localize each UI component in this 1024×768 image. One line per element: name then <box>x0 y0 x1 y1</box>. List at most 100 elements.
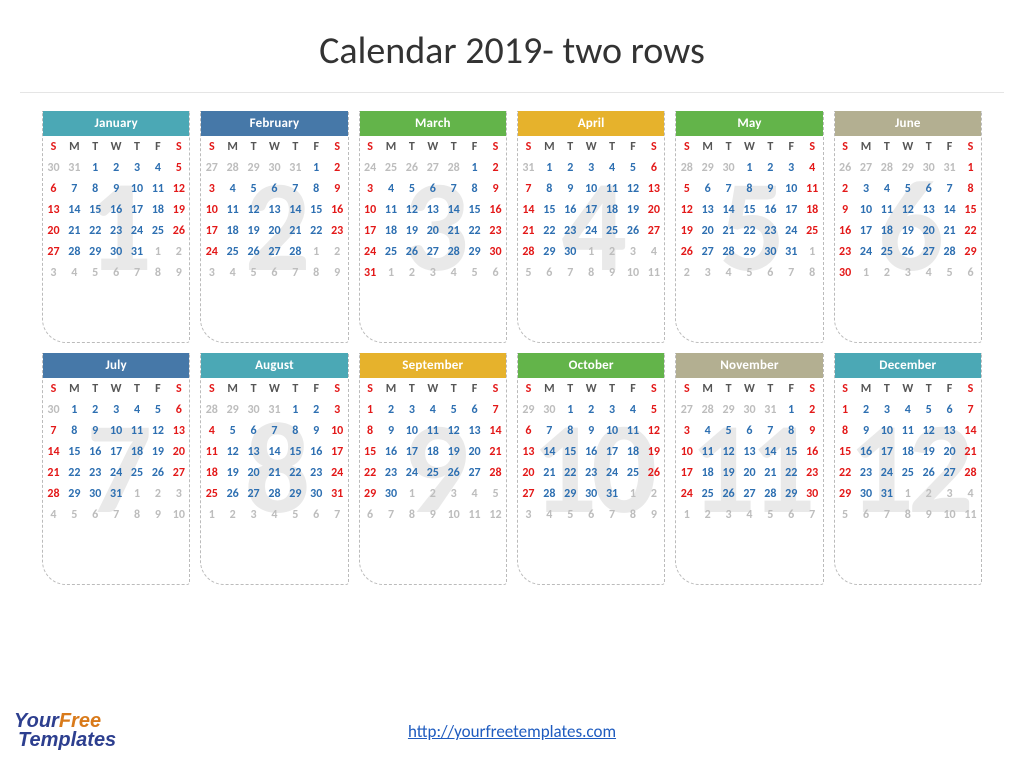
day-cell: 5 <box>643 399 664 420</box>
dow-header: W <box>581 378 602 399</box>
day-cell: 17 <box>201 220 222 241</box>
dow-header: S <box>835 378 856 399</box>
day-cell: 24 <box>360 157 381 178</box>
day-cell: 1 <box>539 157 560 178</box>
day-cell: 23 <box>381 462 402 483</box>
day-cell: 19 <box>897 220 918 241</box>
dow-header: T <box>443 378 464 399</box>
day-cell: 12 <box>718 441 739 462</box>
day-cell: 26 <box>168 220 189 241</box>
day-cell: 25 <box>876 241 897 262</box>
day-cell: 31 <box>327 483 348 504</box>
logo-templates: Templates <box>18 731 116 750</box>
day-cell: 24 <box>327 462 348 483</box>
day-cell: 12 <box>918 420 939 441</box>
day-cell: 5 <box>918 399 939 420</box>
day-cell: 22 <box>781 462 802 483</box>
day-cell: 26 <box>147 462 168 483</box>
logo: YourFree Templates <box>14 712 116 750</box>
day-cell: 11 <box>623 420 644 441</box>
day-cell: 12 <box>243 199 264 220</box>
day-cell: 3 <box>201 178 222 199</box>
day-cell: 12 <box>443 420 464 441</box>
day-cell: 5 <box>897 178 918 199</box>
dow-header: T <box>560 378 581 399</box>
day-cell: 13 <box>168 420 189 441</box>
day-cell: 27 <box>856 157 877 178</box>
day-cell: 1 <box>676 504 697 525</box>
day-cell: 26 <box>718 483 739 504</box>
day-cell: 6 <box>360 504 381 525</box>
day-cell: 2 <box>835 178 856 199</box>
dow-header: F <box>464 136 485 157</box>
day-cell: 2 <box>327 241 348 262</box>
day-cell: 7 <box>43 420 64 441</box>
day-cell: 8 <box>85 178 106 199</box>
dow-header: W <box>897 378 918 399</box>
day-cell: 15 <box>306 199 327 220</box>
day-cell: 2 <box>676 262 697 283</box>
day-cell: 8 <box>739 178 760 199</box>
day-cell: 16 <box>85 441 106 462</box>
day-cell: 13 <box>939 420 960 441</box>
day-cell: 10 <box>876 420 897 441</box>
day-cell: 8 <box>64 420 85 441</box>
day-cell: 1 <box>897 483 918 504</box>
day-cell: 25 <box>602 220 623 241</box>
dow-header: S <box>327 378 348 399</box>
day-cell: 11 <box>697 441 718 462</box>
day-cell: 6 <box>168 399 189 420</box>
day-cell: 27 <box>643 220 664 241</box>
month-header: August <box>200 353 348 378</box>
footer-link[interactable]: http://yourfreetemplates.com <box>408 721 616 742</box>
day-cell: 1 <box>739 157 760 178</box>
day-cell: 8 <box>306 178 327 199</box>
day-cell: 2 <box>147 483 168 504</box>
dow-header: M <box>64 136 85 157</box>
day-cell: 9 <box>306 420 327 441</box>
dow-header: F <box>623 136 644 157</box>
day-cell: 26 <box>222 483 243 504</box>
day-cell: 31 <box>264 399 285 420</box>
day-cell: 21 <box>760 462 781 483</box>
month-december: December12SMTWTFS12345678910111213141516… <box>834 353 982 585</box>
month-february: February2SMTWTFS272829303112345678910111… <box>200 111 348 343</box>
day-cell: 31 <box>127 241 148 262</box>
day-cell: 31 <box>602 483 623 504</box>
day-cell: 28 <box>518 241 539 262</box>
dow-header: S <box>201 378 222 399</box>
day-cell: 21 <box>518 220 539 241</box>
day-cell: 9 <box>760 178 781 199</box>
day-cell: 26 <box>835 157 856 178</box>
day-cell: 27 <box>939 462 960 483</box>
day-cell: 12 <box>401 199 422 220</box>
dow-header: W <box>106 136 127 157</box>
day-cell: 9 <box>85 420 106 441</box>
day-cell: 6 <box>760 262 781 283</box>
day-cell: 2 <box>168 241 189 262</box>
day-cell: 14 <box>443 199 464 220</box>
day-cell: 1 <box>581 241 602 262</box>
dow-header: F <box>306 136 327 157</box>
dow-header: W <box>422 136 443 157</box>
day-cell: 16 <box>106 199 127 220</box>
dow-header: S <box>802 136 823 157</box>
dow-header: W <box>739 136 760 157</box>
day-cell: 22 <box>960 220 981 241</box>
day-cell: 5 <box>85 262 106 283</box>
day-cell: 6 <box>43 178 64 199</box>
day-cell: 10 <box>602 420 623 441</box>
day-cell: 30 <box>802 483 823 504</box>
day-cell: 20 <box>697 220 718 241</box>
day-cell: 2 <box>560 157 581 178</box>
day-cell: 5 <box>739 262 760 283</box>
day-cell: 15 <box>781 441 802 462</box>
day-cell: 5 <box>676 178 697 199</box>
day-cell: 28 <box>485 462 506 483</box>
day-cell: 1 <box>306 241 327 262</box>
day-cell: 21 <box>264 462 285 483</box>
day-cell: 12 <box>147 420 168 441</box>
day-cell: 21 <box>718 220 739 241</box>
day-cell: 1 <box>381 262 402 283</box>
day-cell: 1 <box>856 262 877 283</box>
